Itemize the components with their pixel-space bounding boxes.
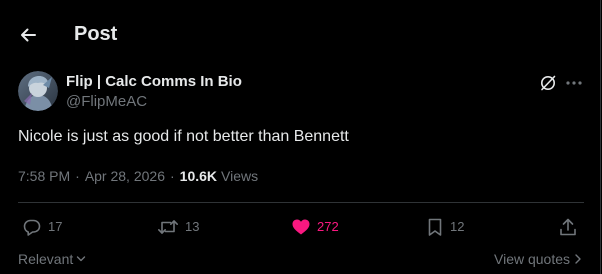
avatar-image bbox=[18, 71, 58, 111]
reply-button[interactable]: 17 bbox=[22, 216, 62, 238]
meta-separator: · bbox=[169, 168, 175, 184]
share-icon bbox=[560, 218, 576, 236]
like-button[interactable]: 272 bbox=[291, 216, 339, 238]
views-count: 10.6K bbox=[179, 168, 218, 184]
heart-icon bbox=[292, 219, 310, 235]
grok-icon bbox=[541, 75, 556, 91]
page-title: Post bbox=[74, 23, 118, 45]
bookmark-button[interactable]: 12 bbox=[426, 216, 464, 238]
bookmark-icon bbox=[428, 218, 442, 236]
author-display-name[interactable]: Flip | Calc Comms In Bio bbox=[66, 73, 242, 91]
sort-replies-dropdown[interactable]: Relevant bbox=[18, 250, 86, 268]
meta-separator: · bbox=[75, 168, 80, 184]
reply-icon bbox=[23, 219, 41, 236]
chevron-right-icon bbox=[575, 254, 581, 264]
arrow-left-icon bbox=[21, 28, 36, 42]
sort-label: Relevant bbox=[18, 251, 74, 267]
author-handle[interactable]: @FlipMeAC bbox=[66, 93, 147, 111]
view-quotes-label: View quotes bbox=[494, 251, 571, 267]
divider bbox=[18, 202, 584, 203]
share-button[interactable] bbox=[558, 216, 578, 238]
more-horizontal-icon bbox=[566, 81, 582, 85]
post-text: Nicole is just as good if not better tha… bbox=[18, 128, 349, 145]
more-options-button[interactable] bbox=[562, 72, 586, 94]
reply-count: 17 bbox=[48, 219, 63, 234]
repost-button[interactable]: 13 bbox=[157, 216, 199, 238]
post-page: Post Flip | Calc Comms In Bio @FlipMeAC bbox=[0, 0, 602, 274]
post-meta: 7:58 PM · Apr 28, 2026 · 10.6K Views bbox=[18, 167, 258, 185]
chevron-down-icon bbox=[77, 256, 86, 262]
avatar[interactable] bbox=[18, 71, 58, 111]
views-label: Views bbox=[221, 168, 259, 184]
like-count: 272 bbox=[317, 219, 339, 234]
view-quotes-link[interactable]: View quotes bbox=[494, 250, 583, 268]
back-button[interactable] bbox=[12, 19, 44, 51]
bookmark-count: 12 bbox=[450, 219, 465, 234]
post-date[interactable]: Apr 28, 2026 bbox=[85, 167, 165, 185]
grok-button[interactable] bbox=[536, 72, 560, 94]
post-time[interactable]: 7:58 PM bbox=[18, 167, 70, 185]
repost-count: 13 bbox=[185, 219, 200, 234]
repost-icon bbox=[158, 220, 178, 234]
column-border bbox=[600, 0, 601, 274]
page-header: Post bbox=[0, 0, 600, 66]
